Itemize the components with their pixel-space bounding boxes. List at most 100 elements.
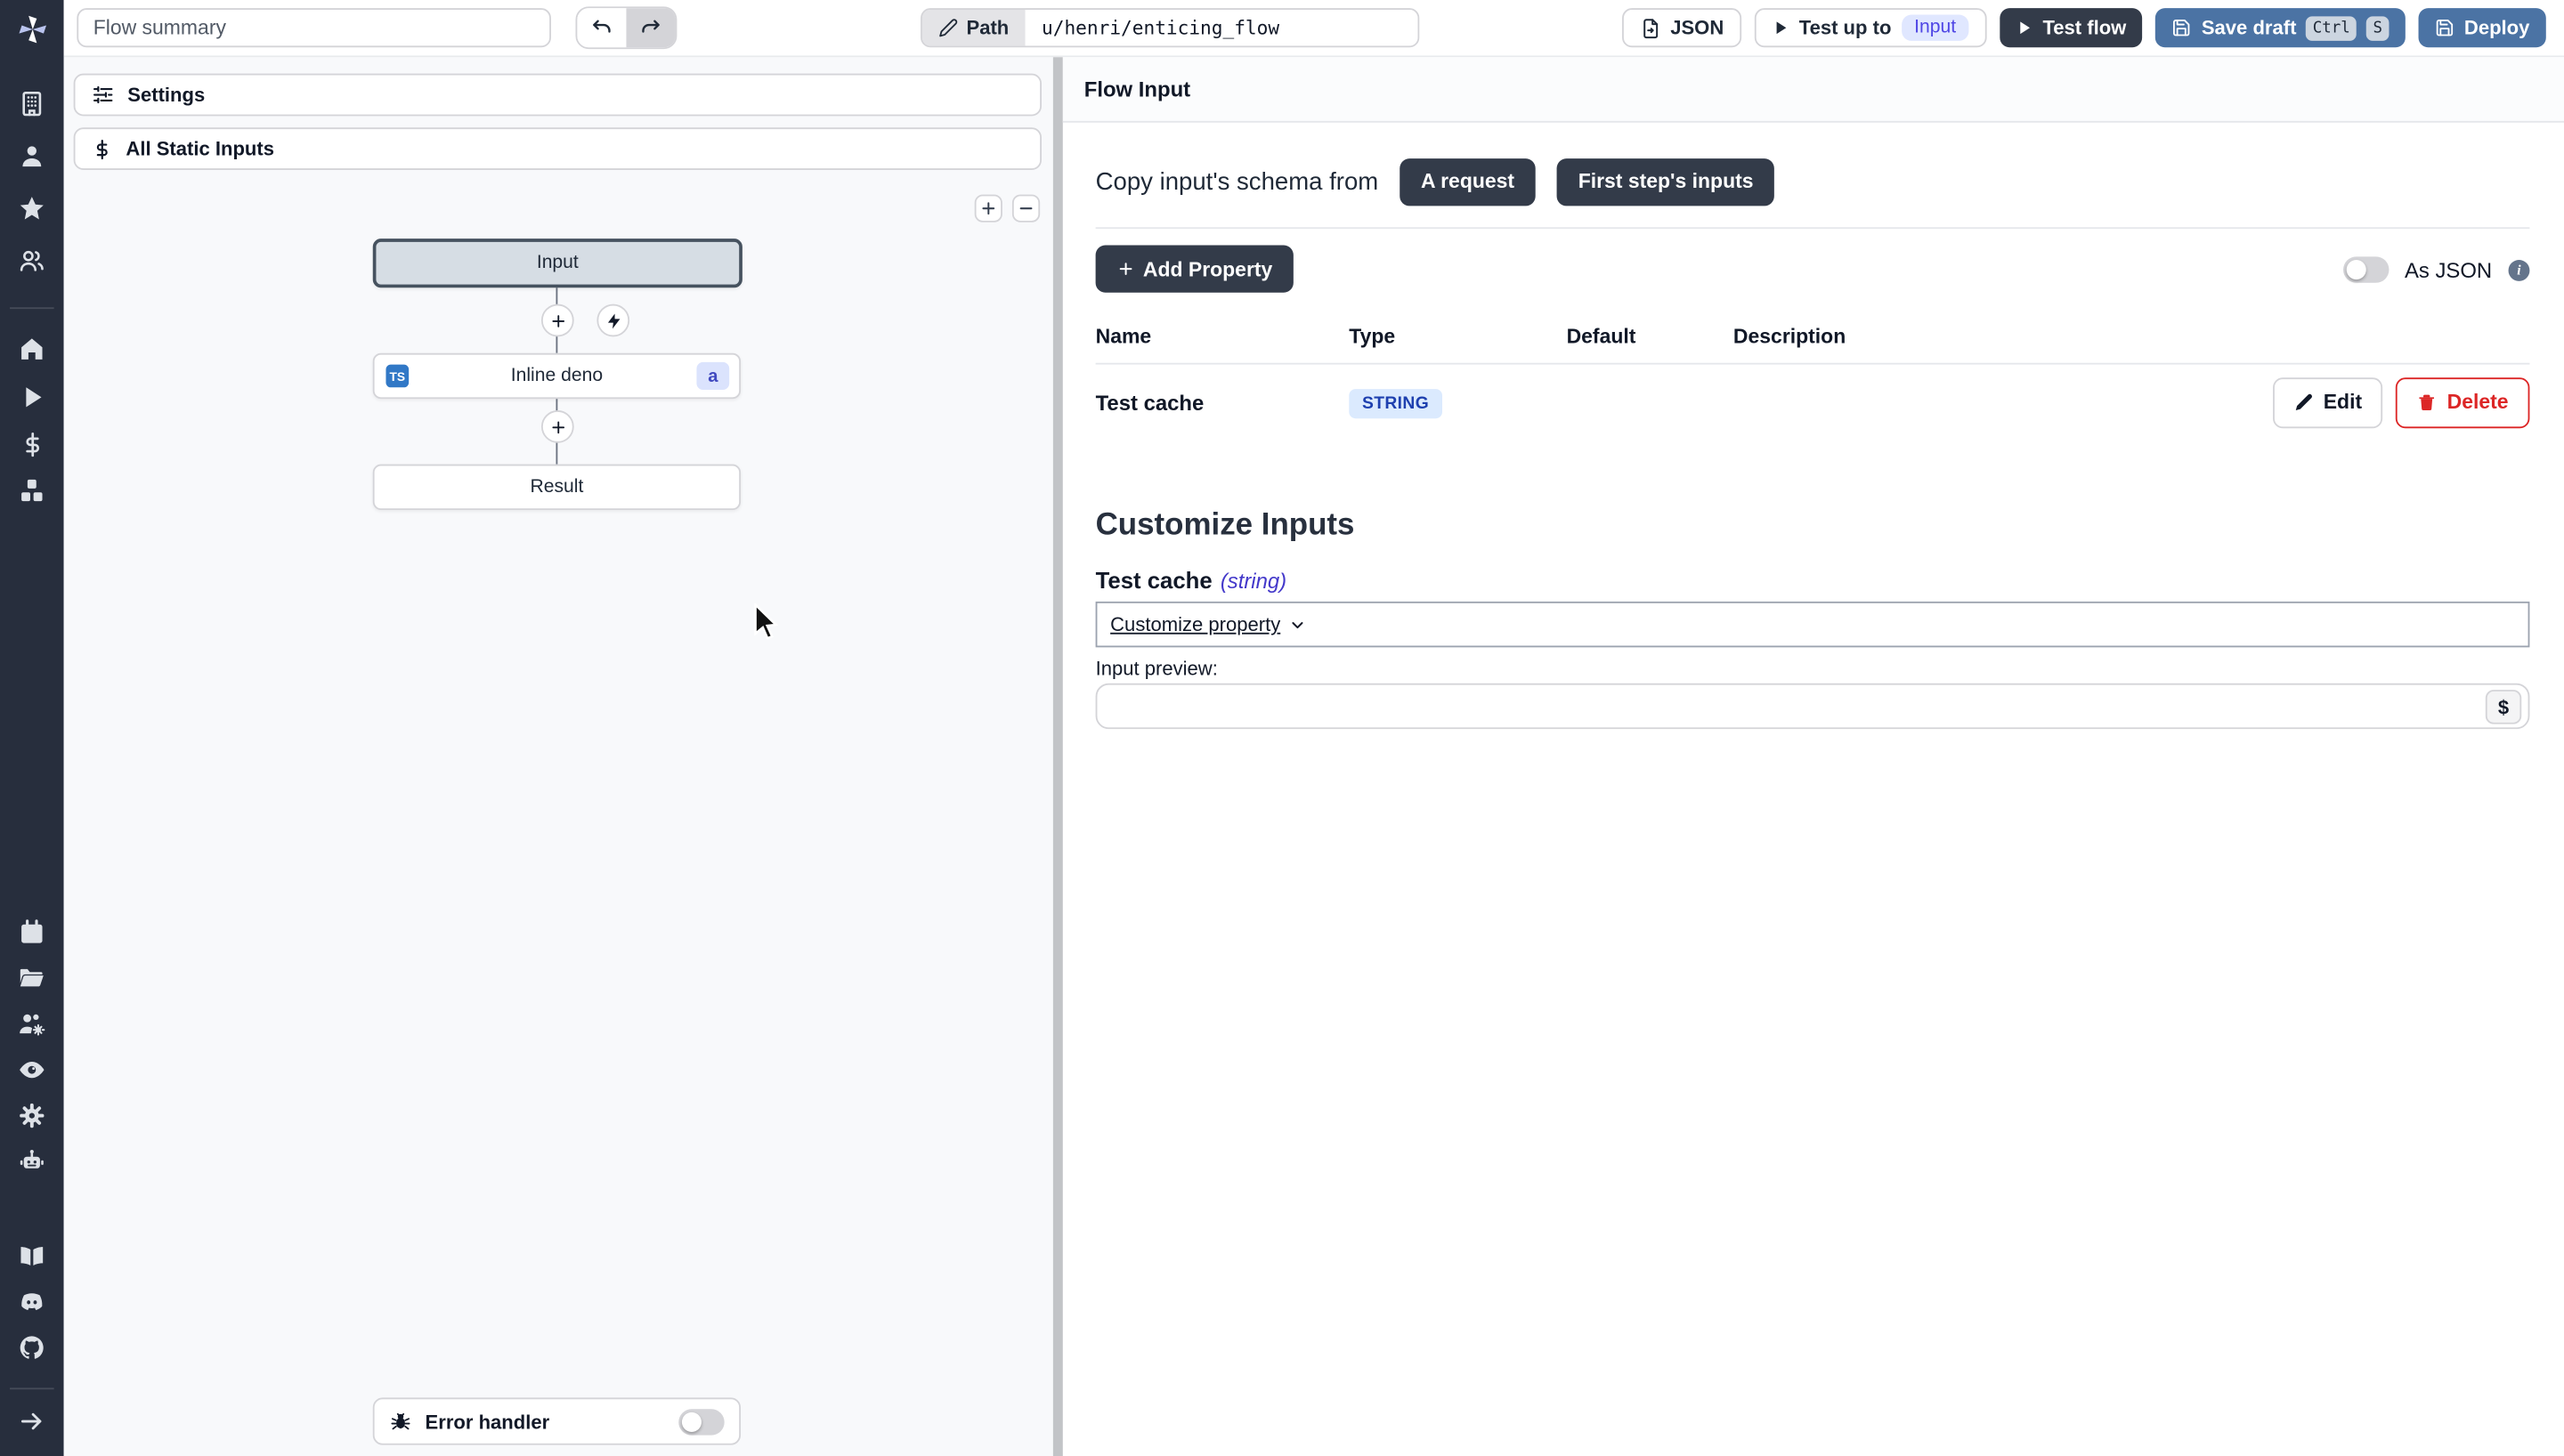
add-property-label: Add Property <box>1143 257 1272 280</box>
add-property-row: Add Property <box>1096 246 1294 293</box>
column-header-default: Default <box>1567 326 1733 349</box>
sidebar-item-settings[interactable] <box>18 1102 45 1129</box>
add-property-button[interactable]: Add Property <box>1096 246 1294 293</box>
save-draft-button[interactable]: Save draft Ctrl S <box>2155 8 2405 47</box>
sidebar-item-favorites[interactable] <box>18 195 45 222</box>
undo-button[interactable] <box>577 8 626 47</box>
sidebar-item-github[interactable] <box>18 1334 45 1362</box>
bug-icon <box>389 1410 412 1433</box>
flow-node-step[interactable]: TS Inline deno a <box>373 353 741 399</box>
copy-from-request-button[interactable]: A request <box>1400 158 1536 205</box>
sidebar-item-workers[interactable] <box>18 1010 45 1038</box>
topbar: Path u/henri/enticing_flow JSON Test up … <box>64 0 2564 57</box>
info-icon[interactable]: i <box>2509 259 2530 280</box>
error-handler-toggle[interactable] <box>678 1408 724 1434</box>
save-icon <box>2435 18 2454 37</box>
table-divider <box>1096 363 2530 365</box>
sidebar-item-variables[interactable] <box>19 430 45 457</box>
pencil-icon <box>2294 392 2314 412</box>
flow-settings-bar[interactable]: Settings <box>74 74 1042 117</box>
json-button[interactable]: JSON <box>1621 8 1741 47</box>
delete-label: Delete <box>2447 391 2509 414</box>
deploy-button[interactable]: Deploy <box>2418 8 2545 47</box>
redo-button[interactable] <box>626 8 675 47</box>
test-up-to-button[interactable]: Test up to Input <box>1755 8 1987 47</box>
flow-editor-app: Path u/henri/enticing_flow JSON Test up … <box>0 0 2564 1456</box>
flow-input-title: Flow Input <box>1084 77 1190 101</box>
play-icon <box>19 384 45 409</box>
copy-from-first-step-button[interactable]: First step's inputs <box>1557 158 1775 205</box>
sidebar-item-home[interactable] <box>18 336 45 363</box>
windmill-logo[interactable] <box>0 0 64 57</box>
path-value[interactable]: u/henri/enticing_flow <box>1026 10 1418 45</box>
path-label: Path <box>967 16 1010 39</box>
github-icon <box>18 1334 45 1362</box>
insert-step-button-top[interactable] <box>541 304 574 337</box>
plus-icon <box>979 199 997 217</box>
pencil-icon <box>938 18 958 37</box>
flow-summary-input[interactable] <box>77 8 551 47</box>
schema-table-header: Name Type Default Description <box>1096 326 2530 349</box>
edit-property-button[interactable]: Edit <box>2273 376 2383 427</box>
chevron-down-icon[interactable] <box>1288 616 1306 634</box>
flow-settings-label: Settings <box>127 84 205 107</box>
zoom-in-button[interactable] <box>975 195 1002 222</box>
test-up-to-target-badge[interactable]: Input <box>1901 15 1968 41</box>
trigger-button[interactable] <box>596 304 629 337</box>
minus-icon <box>1017 199 1035 217</box>
dollar-icon <box>19 431 45 457</box>
users-icon <box>18 247 45 274</box>
flow-node-input[interactable]: Input <box>373 239 742 287</box>
input-preview-field[interactable]: $ <box>1096 684 2530 729</box>
insert-step-button-bottom[interactable] <box>541 410 574 443</box>
kbd-ctrl: Ctrl <box>2306 15 2357 40</box>
all-static-inputs-label: All Static Inputs <box>126 137 274 160</box>
cubes-icon <box>18 477 45 505</box>
flow-node-result[interactable]: Result <box>373 465 741 510</box>
sidebar-item-audit[interactable] <box>18 1056 45 1084</box>
sidebar-item-runs[interactable] <box>19 383 45 410</box>
sidebar-item-resources[interactable] <box>18 477 45 505</box>
path-field[interactable]: Path u/henri/enticing_flow <box>921 8 1419 47</box>
sidebar-item-user[interactable] <box>18 142 45 170</box>
delete-property-button[interactable]: Delete <box>2397 376 2530 427</box>
property-name: Test cache <box>1096 390 1350 415</box>
as-json-label: As JSON <box>2405 257 2492 282</box>
error-handler-bar[interactable]: Error handler <box>373 1397 741 1444</box>
path-chip[interactable]: Path <box>922 10 1026 45</box>
sidebar-item-discord[interactable] <box>18 1288 45 1315</box>
eye-icon <box>18 1056 45 1084</box>
plus-icon <box>1116 260 1134 278</box>
sidebar-item-folders[interactable] <box>18 965 45 992</box>
folder-open-icon <box>18 965 45 992</box>
column-header-name: Name <box>1096 326 1350 349</box>
toggle-knob <box>2346 260 2365 279</box>
sidebar-divider-bottom <box>10 1387 54 1389</box>
sidebar-expand-button[interactable] <box>18 1407 45 1435</box>
flow-input-panel: Flow Input Copy input's schema from A re… <box>1063 57 2564 1456</box>
sidebar-item-schedules[interactable] <box>18 918 45 946</box>
customize-inputs-heading: Customize Inputs <box>1096 508 1355 544</box>
all-static-inputs-bar[interactable]: All Static Inputs <box>74 127 1042 170</box>
sidebar-item-workspace[interactable] <box>18 90 45 117</box>
customize-property-toggle[interactable]: Customize property <box>1110 613 1280 636</box>
undo-icon <box>590 16 613 39</box>
test-flow-button[interactable]: Test flow <box>2000 8 2143 47</box>
book-open-icon <box>18 1242 45 1270</box>
sidebar-item-docs[interactable] <box>18 1242 45 1270</box>
save-icon <box>2172 18 2192 37</box>
sidebar-item-groups[interactable] <box>18 247 45 274</box>
sliders-icon <box>92 84 115 107</box>
building-icon <box>18 90 45 117</box>
sidebar-divider <box>10 307 54 309</box>
as-json-toggle[interactable] <box>2342 256 2388 282</box>
panel-splitter[interactable] <box>1053 57 1063 1456</box>
zoom-out-button[interactable] <box>1012 195 1040 222</box>
arrow-right-icon <box>18 1407 45 1435</box>
insert-variable-button[interactable]: $ <box>2486 690 2521 724</box>
play-icon <box>2016 20 2033 36</box>
property-type-badge: STRING <box>1349 388 1441 417</box>
sidebar-item-ai[interactable] <box>18 1147 45 1175</box>
flow-node-result-label: Result <box>530 477 583 497</box>
play-icon <box>1773 20 1789 36</box>
